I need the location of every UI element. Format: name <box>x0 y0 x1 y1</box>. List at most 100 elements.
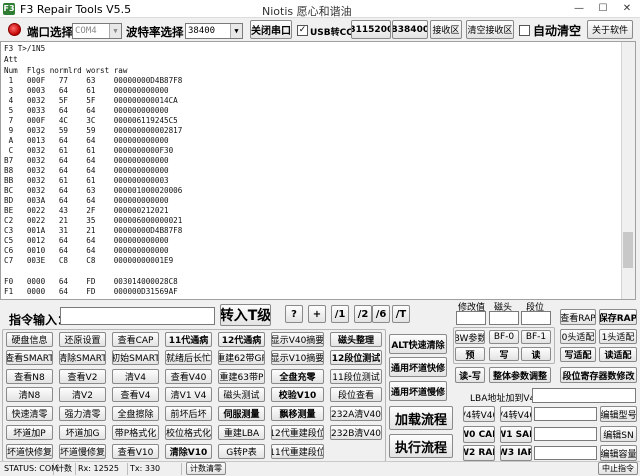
full-erase-button[interactable]: 全盘擦除 <box>112 406 159 421</box>
gen12-rebuild-segment-button[interactable]: 12代重建段位 <box>271 425 324 440</box>
stop-command-button[interactable]: 中止指令 <box>598 462 638 475</box>
clear-count-button[interactable]: 计数清零 <box>186 462 226 475</box>
edit-sn-button[interactable]: 编辑SN <box>600 426 637 442</box>
segment-register-modify-button[interactable]: 段位寄存器数修改 <box>560 367 637 383</box>
read-fit-button[interactable]: 读适配 <box>599 347 637 362</box>
rebuild-lba-button[interactable]: 重建LBA <box>218 425 265 440</box>
show-v40-summary-button[interactable]: 显示V40摘要 <box>271 332 324 347</box>
modify-value-input[interactable] <box>456 311 486 325</box>
segment-view-button[interactable]: 段位查看 <box>330 387 382 402</box>
view-v2-button[interactable]: 查看V2 <box>59 369 106 384</box>
front-back-bad-button[interactable]: 前坏后坏 <box>165 406 212 421</box>
clear-recv-button[interactable]: 清空接收区 <box>466 20 514 39</box>
lba-input[interactable] <box>532 388 636 403</box>
clear-smart-button[interactable]: 清除SMART <box>59 350 106 365</box>
v40-to-v4-button[interactable]: V4转V40 <box>500 406 532 422</box>
bf-0-button[interactable]: BF-0 <box>489 330 519 344</box>
bad-slow-repair-button[interactable]: 坏道慢修复 <box>59 444 106 459</box>
head-test-button[interactable]: 磁头测试 <box>218 387 265 402</box>
b115200-button[interactable]: B115200 <box>351 20 391 39</box>
test-11-segment-button[interactable]: 11段位测试 <box>330 369 382 384</box>
recv-area-button[interactable]: 接收区 <box>430 20 462 39</box>
cmd-1-button[interactable]: /1 <box>331 305 349 323</box>
help-cmd-button[interactable]: ? <box>285 305 303 323</box>
sn-input[interactable] <box>534 427 597 441</box>
close-port-button[interactable]: 关闭串口 <box>250 20 292 39</box>
port-select[interactable]: COM4 ▼ <box>72 23 122 39</box>
exec-flow-button[interactable]: 执行流程 <box>389 434 453 458</box>
bw-param-button[interactable]: BW参数 <box>455 330 485 344</box>
load-flow-button[interactable]: 加载流程 <box>389 406 453 430</box>
gen11-rebuild-segment-button[interactable]: 11代重建段位 <box>271 444 324 459</box>
minimize-icon[interactable]: — <box>568 2 590 16</box>
ready-busy-button[interactable]: 就绪后长忙 <box>165 350 212 365</box>
g-to-p-table-button[interactable]: G转P表 <box>218 444 265 459</box>
auto-clear-checkbox[interactable] <box>519 25 530 36</box>
view-v4-button[interactable]: 查看V4 <box>112 387 159 402</box>
universal-fast-repair-button[interactable]: 通用坏道快修 <box>389 357 447 377</box>
w1-sap-button[interactable]: W1 SAP <box>500 426 532 443</box>
head0-fit-button[interactable]: 0头适配 <box>560 329 596 344</box>
b38400-button[interactable]: B38400 <box>392 20 428 39</box>
close-icon[interactable]: ✕ <box>616 2 638 16</box>
restore-settings-button[interactable]: 还原设置 <box>59 332 106 347</box>
enter-t-level-button[interactable]: 转入T级 <box>220 304 271 326</box>
head-arrange-button[interactable]: 磁头整理 <box>330 332 382 347</box>
gen11-common-button[interactable]: 11代通病 <box>165 332 212 347</box>
about-button[interactable]: 关于软件 <box>587 20 633 39</box>
disk-info-button[interactable]: 硬盘信息 <box>6 332 53 347</box>
usb-com-checkbox[interactable]: ✓ <box>297 25 308 36</box>
model-input[interactable] <box>534 407 597 421</box>
clear-v1-v4-button[interactable]: 清V1 V4 <box>165 387 212 402</box>
bad-add-g-button[interactable]: 坏道加G <box>59 425 106 440</box>
preset-button[interactable]: 预 <box>455 347 485 361</box>
bad-fast-repair-button[interactable]: 坏道快修复 <box>6 444 53 459</box>
clear-232a-v40-button[interactable]: 232A清V40 <box>330 406 382 421</box>
clear-v4-button[interactable]: 清V4 <box>112 369 159 384</box>
edit-capacity-button[interactable]: 编辑容量 <box>600 445 637 461</box>
rebuild-62-gp-button[interactable]: 重建62带GP <box>218 350 265 365</box>
drift-measure-button[interactable]: 飘移测量 <box>271 406 324 421</box>
bf-1-button[interactable]: BF-1 <box>521 330 551 344</box>
cmd-6-button[interactable]: /6 <box>372 305 390 323</box>
show-v10-summary-button[interactable]: 显示V10摘要 <box>271 350 324 365</box>
scroll-thumb[interactable] <box>623 232 633 268</box>
universal-slow-repair-button[interactable]: 通用坏道慢修 <box>389 381 447 401</box>
baud-select[interactable]: 38400 ▼ <box>185 23 243 39</box>
force-zero-button[interactable]: 强力清零 <box>59 406 106 421</box>
quick-zero-button[interactable]: 快速清零 <box>6 406 53 421</box>
rebuild-63-p-button[interactable]: 重建63带P <box>218 369 265 384</box>
read-button[interactable]: 读 <box>521 347 551 361</box>
clear-232b-v40-button[interactable]: 232B清V40 <box>330 425 382 440</box>
read-write-button[interactable]: 读-写 <box>455 367 485 383</box>
capacity-input[interactable] <box>534 446 597 460</box>
w0-cap-button[interactable]: W0 CAP <box>463 426 495 443</box>
w3-iap-button[interactable]: W3 IAP <box>500 445 532 461</box>
whole-param-adjust-button[interactable]: 整体参数调整 <box>489 367 551 383</box>
clear-n8-button[interactable]: 清N8 <box>6 387 53 402</box>
view-cap-button[interactable]: 查看CAP <box>112 332 159 347</box>
bad-add-p-button[interactable]: 坏道加P <box>6 425 53 440</box>
view-smart-button[interactable]: 查看SMART <box>6 350 53 365</box>
verify-v10-button[interactable]: 校验V10 <box>271 387 324 402</box>
w2-rap-button[interactable]: W2 RAP <box>463 445 495 461</box>
head1-fit-button[interactable]: 1头适配 <box>599 329 637 344</box>
view-v40-button[interactable]: 查看V40 <box>165 369 212 384</box>
save-rap-button[interactable]: 保存RAP <box>599 309 637 325</box>
v4-to-v40-button[interactable]: V4转V40 <box>463 406 495 422</box>
init-smart-button[interactable]: 初始SMART <box>112 350 159 365</box>
edit-model-button[interactable]: 编辑型号 <box>600 406 637 422</box>
view-rap-button[interactable]: 查看RAP <box>560 309 596 325</box>
gen12-common-button[interactable]: 12代通病 <box>218 332 265 347</box>
calibrate-format-button[interactable]: 校位格式化 <box>165 425 212 440</box>
write-fit-button[interactable]: 写适配 <box>560 347 596 362</box>
write-button[interactable]: 写 <box>489 347 519 361</box>
command-input[interactable] <box>60 307 215 325</box>
segment-input[interactable] <box>521 311 551 325</box>
head-input[interactable] <box>489 311 519 325</box>
clear-v10-button[interactable]: 清除V10 <box>165 444 212 459</box>
cmd-2-button[interactable]: /2 <box>354 305 372 323</box>
maximize-icon[interactable]: ☐ <box>592 2 614 16</box>
terminal-output[interactable]: F3 T>/1N5 Att Num Flgs normlrd worst raw… <box>0 41 636 300</box>
test-12-segment-button[interactable]: 12段位测试 <box>330 350 382 365</box>
